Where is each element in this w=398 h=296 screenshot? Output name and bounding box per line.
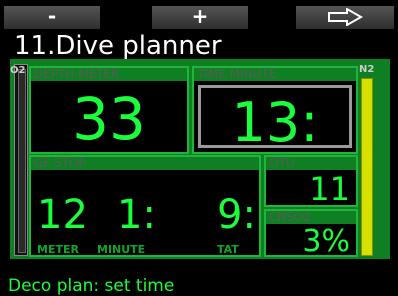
plus-button-label: + [191,4,209,28]
gf-stop-panel: GF STOP 12 1: 9: METER MINUTE TAT [29,155,261,257]
cnso2-value: 3% [302,224,350,259]
depth-panel: DEPTH METER 33 [29,66,189,154]
gf-unit-tat: TAT [217,243,239,256]
arrow-right-icon [328,7,364,27]
time-panel[interactable]: TIME MINUTE 13: [192,66,358,154]
o2-label: O2 [10,65,26,76]
cnso2-panel: CNSO2 3% [264,209,358,259]
gf-stop-depth: 12 [37,192,88,238]
o2-bar [14,64,28,256]
time-value: 13: [231,91,319,154]
n2-bar [361,78,373,256]
status-text: Deco plan: set time [8,276,175,296]
gf-unit-minute: MINUTE [97,243,146,256]
minus-button[interactable]: - [4,6,100,29]
gf-stop-header: GF STOP [31,157,259,170]
plus-button[interactable]: + [152,6,248,29]
gf-unit-meter: METER [37,243,79,256]
gf-stop-tat: 9: [217,192,256,238]
n2-label: N2 [359,64,375,75]
otu-header: OTU [266,157,356,170]
depth-header: DEPTH METER [31,68,187,81]
depth-value: 33 [72,85,146,153]
otu-panel: OTU 11 [264,155,358,207]
cnso2-header: CNSO2 [266,211,356,224]
otu-value: 11 [309,170,350,208]
page-title: 11.Dive planner [14,31,222,61]
minus-button-label: - [47,4,57,28]
time-header: TIME MINUTE [194,68,356,81]
next-button[interactable] [296,6,394,29]
time-selection[interactable]: 13: [198,85,352,152]
gf-stop-minute: 1: [117,192,156,238]
